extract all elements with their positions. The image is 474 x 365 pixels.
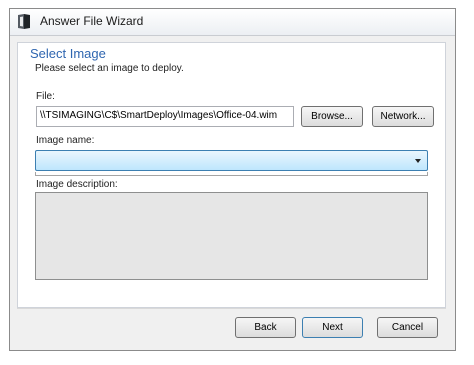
chevron-down-icon[interactable] — [415, 159, 421, 163]
file-path-field[interactable]: \\TSIMAGING\C$\SmartDeploy\Images\Office… — [36, 106, 294, 127]
wizard-window: Answer File Wizard Select Image Please s… — [9, 8, 456, 351]
network-button[interactable]: Network... — [372, 106, 434, 127]
image-name-label: Image name: — [36, 135, 95, 146]
footer-divider — [17, 308, 446, 309]
browse-button[interactable]: Browse... — [301, 106, 363, 127]
next-button[interactable]: Next — [302, 317, 363, 338]
image-description-label: Image description: — [36, 179, 118, 190]
image-name-dropdown[interactable] — [35, 150, 428, 171]
back-button[interactable]: Back — [235, 317, 296, 338]
title-bar: Answer File Wizard — [10, 9, 455, 36]
dropdown-list-edge — [35, 172, 428, 176]
wizard-content-panel: Select Image Please select an image to d… — [17, 42, 446, 308]
cancel-button[interactable]: Cancel — [377, 317, 438, 338]
file-label: File: — [36, 91, 55, 102]
image-description-box — [35, 192, 428, 280]
page-title: Select Image — [30, 46, 106, 61]
page-subtitle: Please select an image to deploy. — [35, 63, 184, 74]
window-title: Answer File Wizard — [40, 14, 144, 28]
app-icon — [18, 14, 30, 29]
